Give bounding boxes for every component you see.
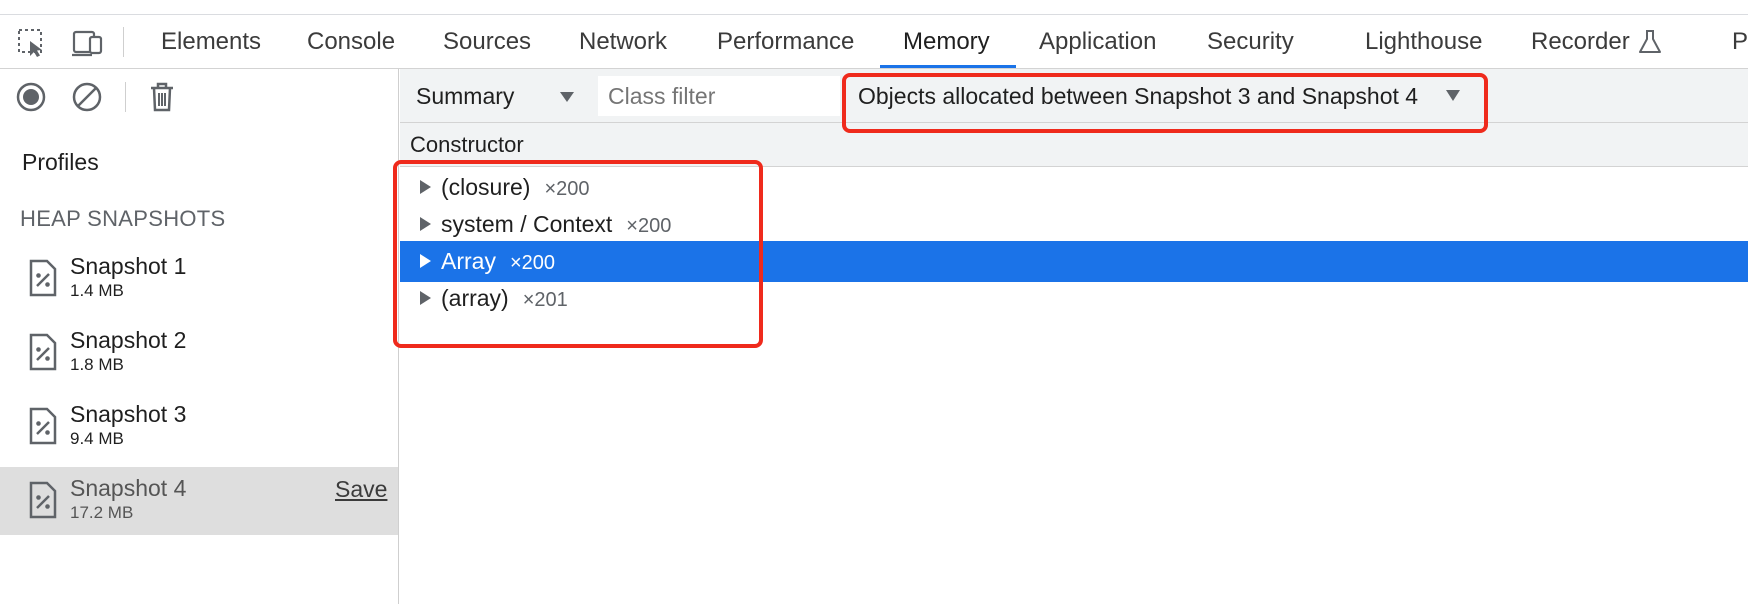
expand-triangle-icon[interactable] [420,291,431,305]
record-icon[interactable] [14,80,48,114]
heap-snapshot-icon [29,333,57,371]
flask-icon [1639,30,1661,53]
table-row[interactable]: system / Context ×200 [400,204,1748,245]
class-filter-input[interactable] [598,76,840,116]
snapshot-size: 1.8 MB [70,355,124,374]
snapshot-item-4[interactable]: Snapshot 4 17.2 MB Save [0,467,398,535]
heap-snapshots-section-label: HEAP SNAPSHOTS [20,206,226,231]
heap-snapshot-icon [29,407,57,445]
tab-lighthouse[interactable]: Lighthouse [1365,15,1482,69]
expand-triangle-icon[interactable] [420,254,431,268]
trash-icon[interactable] [145,80,179,114]
tab-recorder-label: Recorder [1531,28,1630,55]
instance-count: ×200 [626,215,672,237]
constructor-name: (array) [441,285,509,311]
instance-count: ×200 [544,178,590,200]
profiles-sidebar: Profiles HEAP SNAPSHOTS Snapshot 1 1.4 M… [0,69,399,604]
snapshot-name: Snapshot 1 [70,253,187,279]
chevron-down-icon [560,92,574,102]
tab-recorder[interactable]: Recorder [1531,15,1661,69]
table-row[interactable]: (closure) ×200 [400,167,1748,208]
heap-snapshot-icon [29,481,57,519]
constructor-name: Array [441,248,496,274]
allocation-range-value: Objects allocated between Snapshot 3 and… [858,83,1419,109]
perspective-select-value: Summary [416,83,515,109]
instance-count: ×201 [522,289,568,311]
table-row-selected[interactable]: Array ×200 [400,241,1748,282]
expand-triangle-icon[interactable] [420,217,431,231]
snapshot-toolbar: Summary Objects allocated between Snapsh… [400,69,1748,123]
inspect-element-icon[interactable] [16,27,48,59]
instance-count: ×200 [509,252,556,274]
active-tab-indicator [880,65,1016,68]
clear-icon[interactable] [70,80,104,114]
expand-triangle-icon[interactable] [420,180,431,194]
device-toolbar-icon[interactable] [72,27,104,59]
tab-elements[interactable]: Elements [161,15,261,69]
toolbar-separator [123,27,124,57]
allocation-range-select[interactable]: Objects allocated between Snapshot 3 and… [858,77,1466,115]
toolbar-separator [125,82,126,112]
snapshot-name: Snapshot 2 [70,327,187,353]
constructor-name: system / Context [441,211,613,237]
heap-snapshot-view: Summary Objects allocated between Snapsh… [400,69,1748,604]
constructor-name: (closure) [441,174,531,200]
tab-security[interactable]: Security [1207,15,1294,69]
tab-network[interactable]: Network [579,15,667,69]
snapshot-item-3[interactable]: Snapshot 3 9.4 MB [0,393,398,461]
devtools-tabbar: Elements Console Sources Network Perform… [0,15,1748,69]
snapshot-item-2[interactable]: Snapshot 2 1.8 MB [0,319,398,387]
snapshot-size: 17.2 MB [70,503,134,522]
snapshot-size: 9.4 MB [70,429,124,448]
tab-sources[interactable]: Sources [443,15,531,69]
snapshot-name: Snapshot 3 [70,401,187,427]
constructor-column-header[interactable]: Constructor [400,123,1748,167]
perspective-select[interactable]: Summary [416,77,576,115]
save-snapshot-link[interactable]: Save [335,476,387,503]
column-header-label: Constructor [410,132,524,157]
profiles-heading: Profiles [22,149,99,175]
tab-performance[interactable]: Performance [717,15,854,69]
heap-snapshot-icon [29,259,57,297]
table-row[interactable]: (array) ×201 [400,278,1748,319]
tab-memory[interactable]: Memory [903,15,990,69]
snapshot-item-1[interactable]: Snapshot 1 1.4 MB [0,245,398,313]
sidebar-toolbar [0,69,398,125]
chevron-down-icon [1446,90,1460,101]
snapshot-size: 1.4 MB [70,281,124,300]
tab-application[interactable]: Application [1039,15,1156,69]
constructor-table: (closure) ×200 system / Context ×200 Array… [400,167,1748,604]
tab-overflow[interactable]: P [1732,15,1748,69]
tab-console[interactable]: Console [307,15,395,69]
snapshot-name: Snapshot 4 [70,475,187,501]
